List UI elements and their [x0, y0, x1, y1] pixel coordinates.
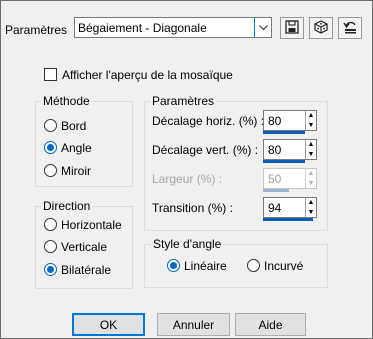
transition-slider[interactable]	[263, 218, 313, 221]
direction-label-horizontale: Horizontale	[61, 218, 122, 232]
direction-label-verticale: Verticale	[61, 240, 108, 254]
method-group-title: Méthode	[41, 94, 92, 108]
direction-group-title: Direction	[41, 199, 93, 213]
width-slider[interactable]	[263, 189, 289, 192]
method-label-angle: Angle	[61, 141, 92, 155]
corner-radio-lineaire[interactable]	[167, 259, 180, 272]
width-value: 50	[268, 172, 282, 186]
offset-h-value: 80	[268, 114, 282, 128]
width-label: Largeur (%) :	[152, 172, 223, 186]
params-group-title: Paramètres	[150, 94, 217, 108]
ok-button[interactable]: OK	[72, 313, 145, 336]
reset-icon	[342, 20, 358, 37]
spin-up-icon[interactable]: ▲	[308, 170, 315, 177]
spin-up-icon[interactable]: ▲	[308, 199, 315, 206]
offset-v-spinner[interactable]: 80 ▲ ▼	[263, 139, 317, 160]
transition-value: 94	[268, 201, 282, 215]
corner-label-lineaire: Linéaire	[184, 259, 227, 273]
save-preset-button[interactable]	[280, 17, 304, 39]
method-radio-bord[interactable]	[44, 119, 57, 132]
spin-down-icon[interactable]: ▼	[308, 151, 315, 158]
preset-dropdown[interactable]: Bégaiement - Diagonale	[74, 17, 272, 38]
spin-down-icon[interactable]: ▼	[308, 180, 315, 187]
method-radio-miroir[interactable]	[44, 164, 57, 177]
direction-radio-bilaterale[interactable]	[44, 263, 57, 276]
offset-v-slider[interactable]	[263, 160, 305, 163]
preset-value: Bégaiement - Diagonale	[78, 21, 207, 35]
preview-tile-checkbox[interactable]	[44, 68, 57, 81]
spin-up-icon[interactable]: ▲	[308, 112, 315, 119]
offset-v-label: Décalage vert. (%) :	[152, 143, 259, 157]
method-label-miroir: Miroir	[61, 164, 91, 178]
spin-down-icon[interactable]: ▼	[308, 122, 315, 129]
direction-radio-horizontale[interactable]	[44, 218, 57, 231]
transition-label: Transition (%) :	[152, 201, 233, 215]
preset-label: Paramètres	[5, 23, 68, 37]
randomize-button[interactable]	[309, 17, 333, 39]
reset-button[interactable]	[338, 17, 362, 39]
cancel-button[interactable]: Annuler	[157, 313, 230, 336]
chevron-down-icon[interactable]	[254, 18, 271, 37]
spin-down-icon[interactable]: ▼	[308, 209, 315, 216]
corner-radio-incurve[interactable]	[247, 259, 260, 272]
direction-radio-verticale[interactable]	[44, 240, 57, 253]
offset-v-value: 80	[268, 143, 282, 157]
offset-h-spinner[interactable]: 80 ▲ ▼	[263, 110, 317, 131]
corner-style-group-title: Style d'angle	[151, 237, 224, 251]
method-label-bord: Bord	[61, 119, 87, 133]
seamless-tiling-dialog: Paramètres Bégaiement - Diagonale Affich…	[0, 0, 373, 339]
spin-up-icon[interactable]: ▲	[308, 141, 315, 148]
transition-spinner[interactable]: 94 ▲ ▼	[263, 197, 317, 218]
method-radio-angle[interactable]	[44, 141, 57, 154]
direction-label-bilaterale: Bilatérale	[61, 263, 112, 277]
randomize-icon	[314, 19, 328, 37]
help-button[interactable]: Aide	[235, 313, 306, 336]
offset-h-label: Décalage horiz. (%) :	[152, 114, 265, 128]
save-icon	[285, 19, 299, 37]
offset-h-slider[interactable]	[263, 131, 305, 134]
preview-tile-label: Afficher l'aperçu de la mosaïque	[62, 68, 233, 82]
width-spinner[interactable]: 50 ▲ ▼	[263, 168, 317, 189]
corner-label-incurve: Incurvé	[264, 259, 304, 273]
